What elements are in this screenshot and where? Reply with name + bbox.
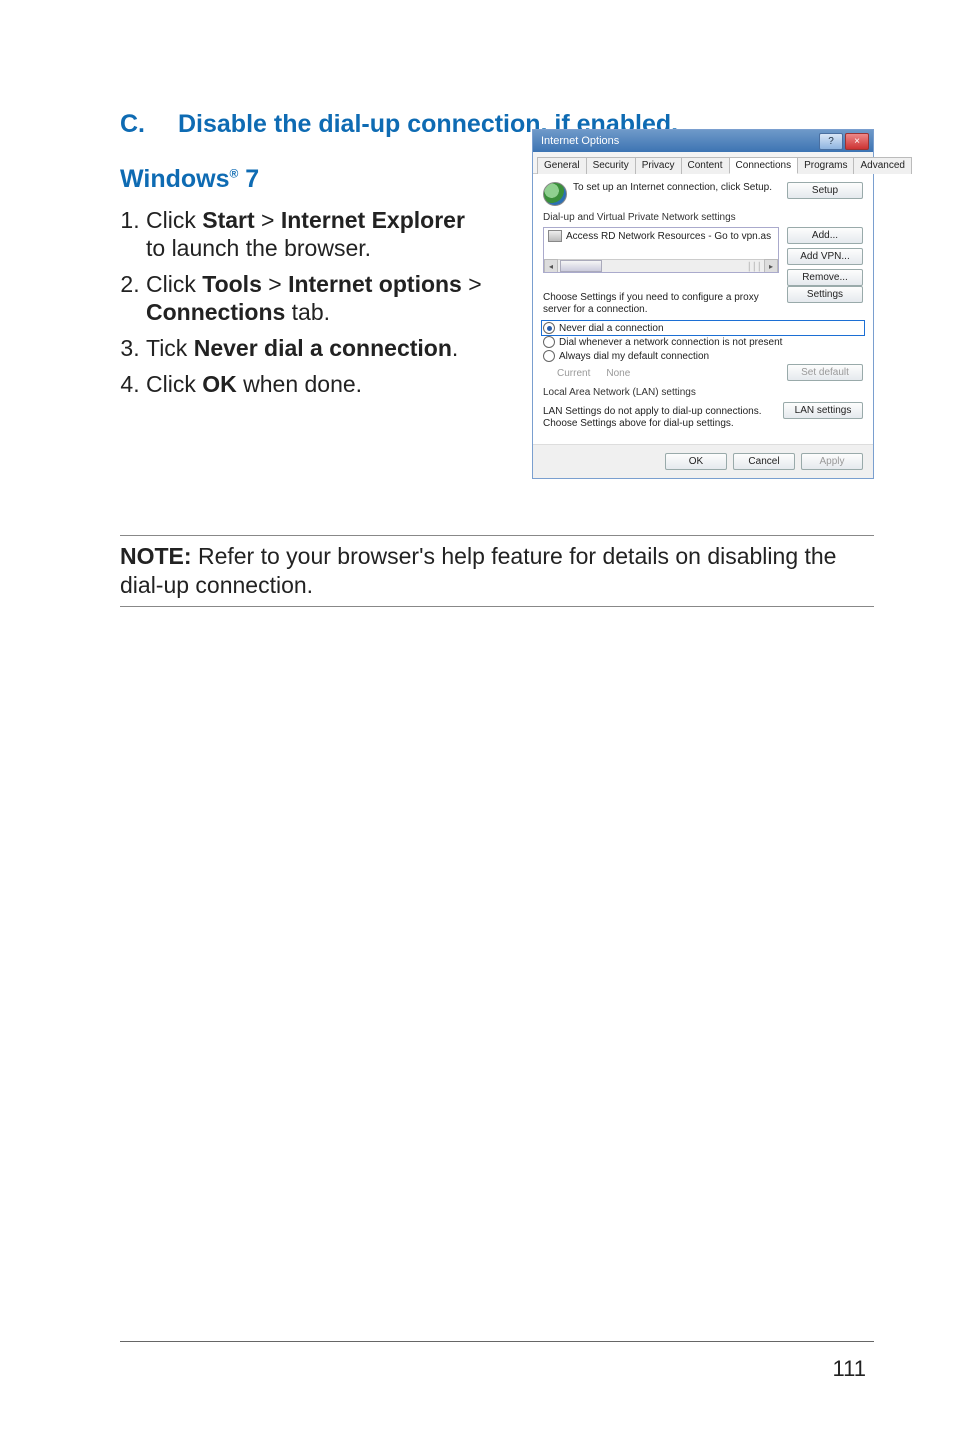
note-block: NOTE: Refer to your browser's help featu… xyxy=(120,535,874,607)
setup-button[interactable]: Setup xyxy=(787,182,863,199)
tab-advanced[interactable]: Advanced xyxy=(853,157,911,174)
close-button[interactable]: × xyxy=(845,133,869,150)
radio-always-label: Always dial my default connection xyxy=(559,351,709,362)
lan-settings-button[interactable]: LAN settings xyxy=(783,402,863,419)
radio-icon xyxy=(543,350,555,362)
os-subheading: Windows® 7 xyxy=(120,165,514,194)
tab-privacy[interactable]: Privacy xyxy=(635,157,682,174)
subheading-prefix: Windows xyxy=(120,165,230,193)
step-2-sep1: > xyxy=(262,271,288,297)
connections-listbox[interactable]: Access RD Network Resources - Go to vpn.… xyxy=(543,227,779,273)
step-2-text: Click xyxy=(146,271,202,297)
note-label: NOTE: xyxy=(120,543,192,569)
proxy-text: Choose Settings if you need to configure… xyxy=(543,292,779,316)
step-1-text: Click xyxy=(146,207,202,233)
radio-icon xyxy=(543,336,555,348)
help-button[interactable]: ? xyxy=(819,133,843,150)
step-3-text: Tick xyxy=(146,335,194,361)
tab-strip: General Security Privacy Content Connect… xyxy=(533,152,873,174)
apply-button: Apply xyxy=(801,453,863,470)
current-value: None xyxy=(606,368,630,379)
subheading-suffix: 7 xyxy=(238,165,259,193)
step-2: Click Tools > Internet options > Connect… xyxy=(146,270,514,326)
lan-section-title: Local Area Network (LAN) settings xyxy=(543,387,863,398)
settings-button[interactable]: Settings xyxy=(787,286,863,303)
tab-security[interactable]: Security xyxy=(586,157,636,174)
scroll-left-icon[interactable]: ◂ xyxy=(544,259,558,273)
step-1-sep: > xyxy=(255,207,281,233)
step-2-options: Internet options xyxy=(288,271,462,297)
scroll-grip-icon: │││ xyxy=(747,262,762,271)
radio-whenever-label: Dial whenever a network connection is no… xyxy=(559,337,782,348)
add-vpn-button[interactable]: Add VPN... xyxy=(787,248,863,265)
tab-programs[interactable]: Programs xyxy=(797,157,854,174)
list-item[interactable]: Access RD Network Resources - Go to vpn.… xyxy=(544,228,778,244)
step-1-ie: Internet Explorer xyxy=(281,207,465,233)
step-2-connections: Connections xyxy=(146,299,285,325)
step-1: Click Start > Internet Explorer to launc… xyxy=(146,206,514,262)
internet-options-dialog: Internet Options ? × General Security Pr… xyxy=(532,129,874,479)
radio-never-dial[interactable]: Never dial a connection xyxy=(543,322,863,334)
step-4: Click OK when done. xyxy=(146,370,514,398)
step-4-tail: when done. xyxy=(237,371,362,397)
step-4-text: Click xyxy=(146,371,202,397)
radio-dial-whenever[interactable]: Dial whenever a network connection is no… xyxy=(543,336,863,348)
step-3-never: Never dial a connection xyxy=(194,335,452,361)
lan-text: LAN Settings do not apply to dial-up con… xyxy=(543,406,775,430)
step-3-dot: . xyxy=(452,335,458,361)
dialog-titlebar: Internet Options ? × xyxy=(533,130,873,152)
scroll-right-icon[interactable]: ▸ xyxy=(764,259,778,273)
step-4-ok: OK xyxy=(202,371,237,397)
tab-connections[interactable]: Connections xyxy=(729,157,799,174)
page-number: 111 xyxy=(833,1356,866,1382)
section-letter: C. xyxy=(120,110,178,139)
setup-text: To set up an Internet connection, click … xyxy=(573,182,781,193)
note-text: Refer to your browser's help feature for… xyxy=(120,543,836,598)
list-item-label: Access RD Network Resources - Go to vpn.… xyxy=(566,231,771,242)
step-2-sep2: > xyxy=(462,271,482,297)
scroll-thumb[interactable] xyxy=(560,260,602,272)
radio-icon xyxy=(543,322,555,334)
cancel-button[interactable]: Cancel xyxy=(733,453,795,470)
connection-icon xyxy=(548,230,562,242)
step-2-tab: tab. xyxy=(285,299,330,325)
horizontal-scrollbar[interactable]: ◂ │││ ▸ xyxy=(544,259,778,272)
radio-always-dial[interactable]: Always dial my default connection xyxy=(543,350,863,362)
remove-button[interactable]: Remove... xyxy=(787,269,863,286)
add-button[interactable]: Add... xyxy=(787,227,863,244)
tab-general[interactable]: General xyxy=(537,157,587,174)
globe-icon xyxy=(543,182,567,206)
set-default-button: Set default xyxy=(787,364,863,381)
steps-list: Click Start > Internet Explorer to launc… xyxy=(120,206,514,398)
step-2-tools: Tools xyxy=(202,271,262,297)
dialog-title: Internet Options xyxy=(541,135,619,147)
footer-rule xyxy=(120,1341,874,1342)
radio-never-label: Never dial a connection xyxy=(559,323,664,334)
tab-content[interactable]: Content xyxy=(681,157,730,174)
step-1-tail: to launch the browser. xyxy=(146,234,514,262)
dialog-button-bar: OK Cancel Apply xyxy=(533,444,873,478)
step-1-start: Start xyxy=(202,207,254,233)
step-3: Tick Never dial a connection. xyxy=(146,334,514,362)
ok-button[interactable]: OK xyxy=(665,453,727,470)
dialup-section-title: Dial-up and Virtual Private Network sett… xyxy=(543,212,863,223)
current-label: Current xyxy=(557,368,590,379)
